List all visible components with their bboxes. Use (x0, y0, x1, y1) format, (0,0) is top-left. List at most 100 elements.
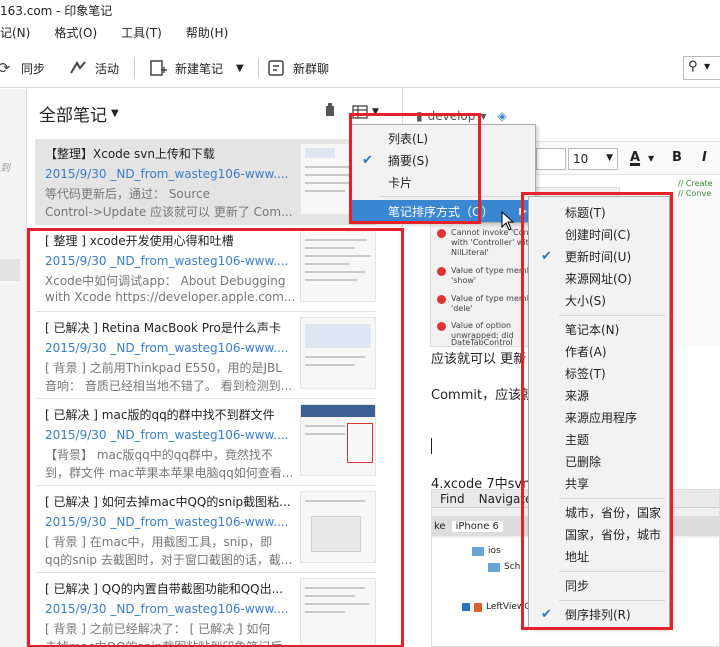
search-input[interactable]: ⚲ ▼ (683, 56, 720, 80)
note-snippet: qq的snip 去截图时，对于窗口截图的话，截... (45, 553, 293, 567)
new-chat-label: 新群聊 (293, 61, 330, 76)
sort-item-city-first[interactable]: 城市，省份，国家 (529, 501, 669, 523)
font-size-select[interactable]: 10 ▼ (568, 148, 618, 170)
sync-button[interactable]: ⟳ 同步 (0, 56, 45, 80)
note-snippet: 【背景】 mac版qq中的qq群中，竟然找不 (45, 448, 273, 462)
chevron-down-icon: ▼ (111, 108, 119, 119)
note-snippet: [ 背景 ] 之前已经解决了： [ 已解决 ] 如何 (45, 622, 271, 636)
note-item[interactable]: [ 已解决 ] Retina MacBook Pro是什么声卡 2015/9/3… (35, 313, 376, 399)
sort-item-sync[interactable]: 同步 (529, 574, 669, 596)
menu-item-label: 城市，省份，国家 (565, 505, 662, 520)
italic-button[interactable]: I (702, 150, 707, 165)
window-title-text: 163.com - 印象笔记 (0, 4, 113, 18)
toolbar-divider (258, 58, 259, 78)
note-thumbnail (300, 578, 376, 647)
sidebar-collapsed: 到 (0, 89, 27, 647)
sort-item-updated[interactable]: ✔ 更新时间(U) (529, 245, 669, 267)
menu-item-label: 地址 (565, 549, 590, 564)
sort-item-size[interactable]: 大小(S) (529, 289, 669, 311)
xcode-menu-item: Navigate (478, 491, 533, 506)
view-options-icon (352, 104, 368, 119)
sidebar-item[interactable] (0, 259, 20, 281)
menu-item-summary[interactable]: ✔ 摘要(S) (350, 149, 535, 171)
note-meta: 2015/9/30 _ND_from_wasteg106-www.... (45, 254, 289, 268)
sort-submenu: 标题(T) 创建时间(C) ✔ 更新时间(U) 来源网址(O) 大小(S) 笔记… (528, 196, 670, 628)
sort-item-country-first[interactable]: 国家，省份，城市 (529, 523, 669, 545)
font-color-button[interactable]: A (630, 150, 640, 165)
sort-item-title[interactable]: 标题(T) (529, 201, 669, 223)
font-family-select[interactable] (536, 148, 566, 170)
sort-item-created[interactable]: 创建时间(C) (529, 223, 669, 245)
toolbar: ⟳ 同步 活动 新建笔记 ▼ 新群聊 ⚲ ▼ (0, 50, 720, 88)
menu-item-card[interactable]: 卡片 (350, 171, 535, 193)
note-title: [ 已解决 ] 如何去掉mac中QQ的snip截图粘... (45, 495, 291, 509)
menu-item-label: 共享 (565, 476, 590, 491)
sort-item-notebook[interactable]: 笔记本(N) (529, 318, 669, 340)
menu-notes[interactable]: 笔记(N) (0, 24, 30, 46)
activity-button[interactable]: 活动 (68, 56, 119, 80)
note-item[interactable]: [ 已解决 ] QQ的内置自带截图功能和QQ出... 2015/9/30 _ND… (35, 574, 376, 647)
sort-item-reverse[interactable]: ✔ 倒序排列(R) (529, 603, 669, 625)
reminder-icon[interactable] (324, 103, 336, 120)
submenu-arrow-icon: ▶ (519, 205, 527, 217)
tree-row: ios (472, 546, 501, 556)
chevron-down-icon[interactable]: ▼ (648, 154, 654, 163)
note-item[interactable]: [ 已解决 ] mac版的qq的群中找不到群文件 2015/9/30 _ND_f… (35, 400, 376, 486)
chevron-down-icon[interactable]: ▼ (236, 63, 244, 74)
menu-item-label: 摘要(S) (388, 153, 429, 168)
note-paragraph: 应该就可以 更新 (431, 352, 527, 367)
sort-item-author[interactable]: 作者(A) (529, 340, 669, 362)
note-paragraph: Commit，应该就 (431, 388, 535, 403)
menu-item-label: 创建时间(C) (565, 227, 631, 242)
chat-icon (266, 58, 286, 78)
note-snippet: 到，群文件 mac苹果本苹果电脑qq如何查看... (45, 466, 294, 480)
tag-icon[interactable]: ◈ (498, 109, 507, 123)
sort-item-tags[interactable]: 标签(T) (529, 362, 669, 384)
window-title: 163.com - 印象笔记 (0, 0, 720, 22)
note-item[interactable]: 【整理】Xcode svn上传和下载 2015/9/30 _ND_from_wa… (35, 139, 376, 225)
code-snippet: // Create // Conve (674, 179, 720, 347)
note-thumbnail (300, 317, 376, 389)
check-icon: ✔ (541, 248, 552, 264)
note-meta: 2015/9/30 _ND_from_wasteg106-www.... (45, 602, 289, 616)
note-title: 【整理】Xcode svn上传和下载 (45, 147, 215, 161)
note-list-panel: 全部笔记 ▼ ▼ 【整理】Xcode svn上传和下载 2015/9/30 _N… (28, 89, 403, 647)
menu-item-label: 标题(T) (565, 205, 606, 220)
sort-item-source-url[interactable]: 来源网址(O) (529, 267, 669, 289)
check-icon: ✔ (541, 606, 552, 622)
list-tools: ▼ (324, 103, 379, 120)
toolbar-divider (134, 58, 135, 78)
note-title: [ 已解决 ] Retina MacBook Pro是什么声卡 (45, 321, 281, 335)
chevron-down-icon: ▼ (480, 111, 487, 121)
sort-item-deleted[interactable]: 已删除 (529, 450, 669, 472)
menu-item-label: 来源网址(O) (565, 271, 632, 286)
menu-help[interactable]: 帮助(H) (186, 24, 228, 46)
note-item[interactable]: [ 已解决 ] 如何去掉mac中QQ的snip截图粘... 2015/9/30 … (35, 487, 376, 573)
chevron-down-icon[interactable]: ▼ (704, 62, 710, 71)
sort-item-address[interactable]: 地址 (529, 545, 669, 567)
new-chat-button[interactable]: 新群聊 (266, 56, 329, 80)
sort-item-source-app[interactable]: 来源应用程序 (529, 406, 669, 428)
sort-item-subject[interactable]: 主题 (529, 428, 669, 450)
menu-item-label: 同步 (565, 578, 590, 593)
note-list-title[interactable]: 全部笔记 ▼ (39, 101, 119, 126)
sort-item-shared[interactable]: 共享 (529, 472, 669, 494)
note-snippet: Control->Update 应该就可以 更新了 Com... (45, 205, 293, 219)
menu-separator (559, 571, 665, 572)
note-item[interactable]: [ 整理 ] xcode开发使用心得和吐槽 2015/9/30 _ND_from… (35, 226, 376, 312)
menu-format[interactable]: 格式(O) (54, 24, 97, 46)
menu-item-label: 已删除 (565, 454, 602, 469)
note-snippet: [ 背景 ] 在mac中，用截图工具，snip，即 (45, 535, 273, 549)
view-options-button[interactable]: ▼ (352, 104, 379, 119)
mouse-cursor-icon (501, 211, 515, 231)
new-note-button[interactable]: 新建笔记 ▼ (148, 56, 244, 80)
note-snippet: 等代码更新后，通过： Source (45, 187, 211, 201)
note-snippet: with Xcode https://developer.apple.com..… (45, 290, 296, 304)
menu-item-list[interactable]: 列表(L) (350, 127, 535, 149)
menu-tools[interactable]: 工具(T) (121, 24, 162, 46)
menu-item-label: 大小(S) (565, 293, 606, 308)
bold-button[interactable]: B (672, 150, 682, 165)
search-icon: ⚲ (688, 59, 698, 74)
notebook-icon: ▮ (416, 109, 423, 123)
sort-item-source[interactable]: 来源 (529, 384, 669, 406)
